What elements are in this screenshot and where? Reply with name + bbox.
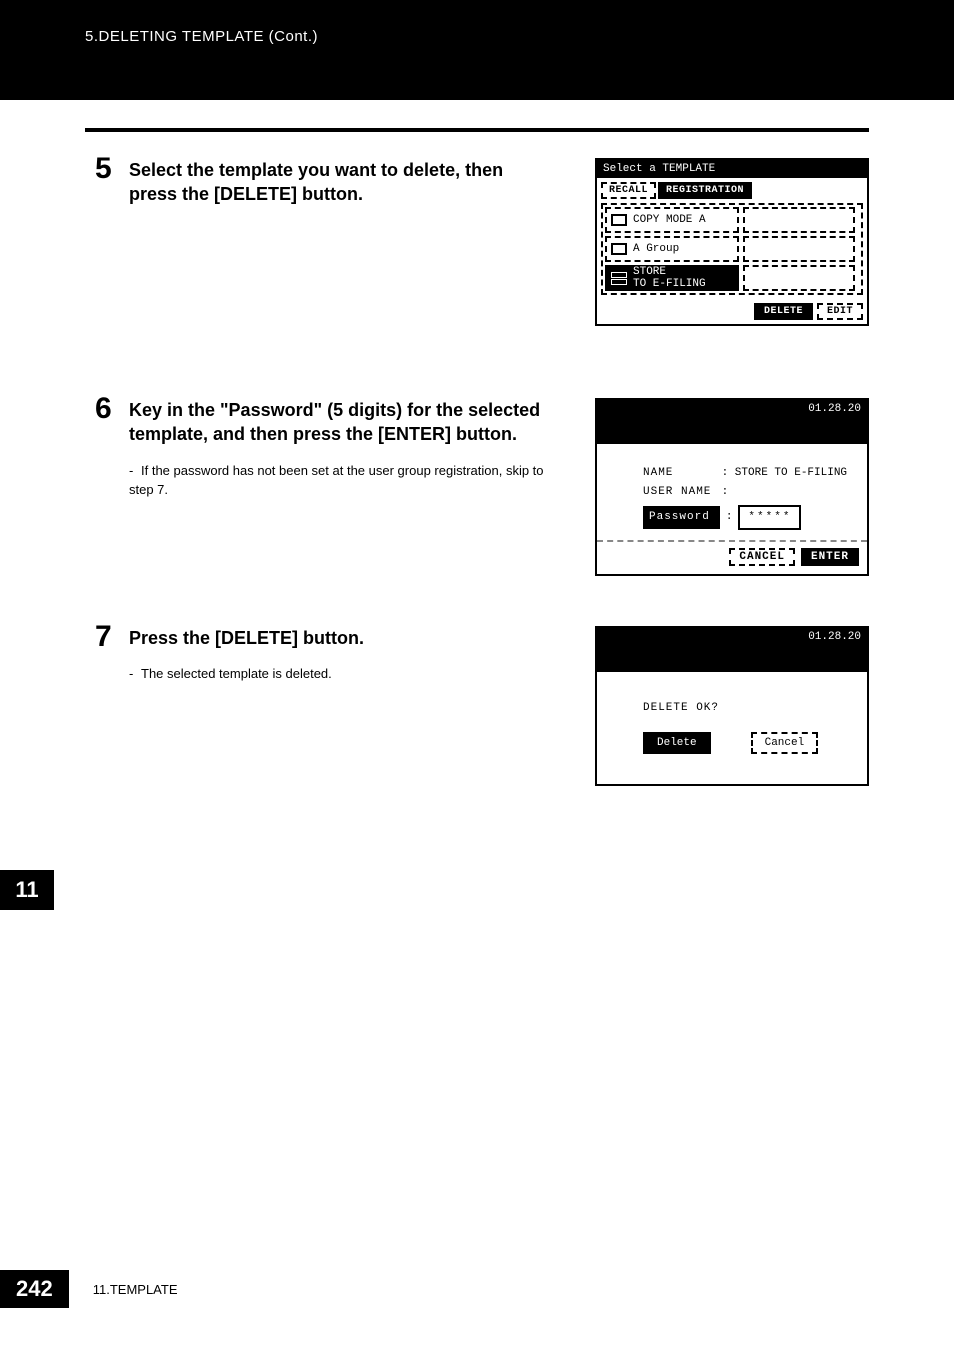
page-footer: 242 11.TEMPLATE [0,1270,178,1308]
tab-recall[interactable]: RECALL [601,182,656,199]
step-number: 6 [95,392,112,426]
figure-template-list: Select a TEMPLATE RECALL REGISTRATION CO… [595,158,869,326]
template-label: STORE TO E-FILING [633,266,706,290]
template-icon [611,243,627,255]
screen-title: Select a TEMPLATE [597,160,867,178]
template-icon [611,272,627,285]
step-note: -If the password has not been set at the… [129,461,549,500]
figure-delete-confirm: 01.28.20 DELETE OK? Delete Cancel [595,626,869,786]
chapter-label: 11.TEMPLATE [93,1282,178,1297]
password-field[interactable]: ***** [738,505,801,530]
confirm-delete-button[interactable]: Delete [643,732,711,754]
template-item[interactable]: COPY MODE A [605,207,739,233]
name-value: : STORE TO E-FILING [722,467,847,479]
page-header: 5.DELETING TEMPLATE (Cont.) [0,0,954,100]
step-title: Select the template you want to delete, … [129,158,549,207]
step-title: Key in the "Password" (5 digits) for the… [129,398,549,447]
template-item-selected[interactable]: STORE TO E-FILING [605,265,739,291]
template-label: A Group [633,243,679,255]
chapter-tab: 11 [0,870,54,910]
username-value: : [722,486,729,498]
cancel-button[interactable]: CANCEL [729,548,795,566]
tab-registration[interactable]: REGISTRATION [658,182,752,199]
step-number: 7 [95,620,112,654]
template-item-empty[interactable] [743,265,855,291]
page-content: 5 Select the template you want to delete… [85,150,869,854]
breadcrumb: 5.DELETING TEMPLATE (Cont.) [85,28,318,45]
confirm-text: DELETE OK? [643,702,849,714]
confirm-cancel-button[interactable]: Cancel [751,732,819,754]
enter-button[interactable]: ENTER [801,548,859,566]
step-5: 5 Select the template you want to delete… [85,158,869,338]
step-7: 7 Press the [DELETE] button. -The select… [85,626,869,806]
template-item-empty[interactable] [743,207,855,233]
screen-date: 01.28.20 [808,403,861,415]
template-item[interactable]: A Group [605,236,739,262]
screen-password: 01.28.20 NAME : STORE TO E-FILING USER N… [595,398,869,576]
template-label: COPY MODE A [633,214,706,226]
edit-button[interactable]: EDIT [817,303,863,320]
step-6: 6 Key in the "Password" (5 digits) for t… [85,398,869,578]
page-number: 242 [0,1270,69,1308]
screen-delete-confirm: 01.28.20 DELETE OK? Delete Cancel [595,626,869,786]
step-note: -The selected template is deleted. [129,664,549,684]
delete-button[interactable]: DELETE [754,303,813,320]
step-title: Press the [DELETE] button. [129,626,549,650]
step-number: 5 [95,152,112,186]
password-label: Password [643,506,720,529]
header-rule [85,128,869,132]
username-label: USER NAME [643,483,715,502]
password-colon: : [726,508,733,527]
screen-date: 01.28.20 [808,631,861,643]
figure-password: 01.28.20 NAME : STORE TO E-FILING USER N… [595,398,869,576]
template-item-empty[interactable] [743,236,855,262]
screen-template-list: Select a TEMPLATE RECALL REGISTRATION CO… [595,158,869,326]
name-label: NAME [643,464,715,483]
template-icon [611,214,627,226]
